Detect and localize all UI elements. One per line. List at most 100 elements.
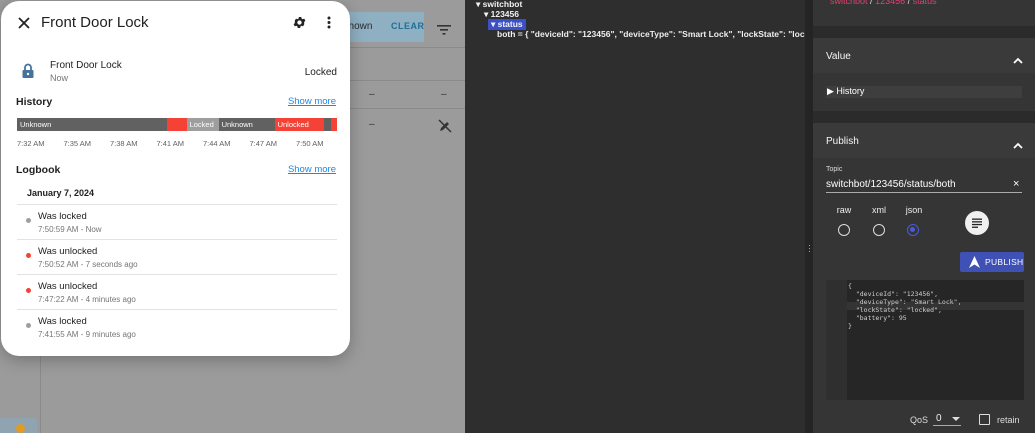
more-vert-icon[interactable] bbox=[323, 15, 335, 35]
status-dot bbox=[26, 288, 31, 293]
publish-heading: Publish bbox=[826, 136, 859, 147]
breadcrumb-item[interactable]: status bbox=[913, 0, 937, 6]
payload-line: "battery": 95 bbox=[848, 314, 907, 322]
timeline-segment[interactable]: Unlocked bbox=[274, 118, 325, 131]
format-label-raw: raw bbox=[836, 205, 852, 215]
publish-button-label: PUBLISH bbox=[985, 257, 1024, 267]
timeline-segment[interactable]: Unknown bbox=[218, 118, 275, 131]
payload-line: { bbox=[848, 282, 852, 290]
logbook-date: January 7, 2024 bbox=[27, 188, 95, 198]
clear-topic-icon[interactable]: × bbox=[1013, 178, 1019, 190]
logbook-entry-title: Was locked bbox=[38, 316, 87, 327]
retain-checkbox[interactable] bbox=[979, 414, 990, 425]
chevron-up-icon bbox=[1013, 136, 1023, 154]
history-show-more-link[interactable]: Show more bbox=[288, 96, 336, 107]
timeline-segment[interactable]: Locked bbox=[186, 118, 219, 131]
status-dot bbox=[26, 218, 31, 223]
timeline-segment[interactable] bbox=[330, 118, 337, 131]
breadcrumb-item[interactable]: switchbot bbox=[830, 0, 868, 6]
publish-button[interactable]: PUBLISH bbox=[960, 252, 1024, 272]
timeline-segment[interactable]: Unknown bbox=[17, 118, 168, 131]
close-icon[interactable] bbox=[15, 14, 33, 32]
entity-row: Front Door Lock Now Locked bbox=[17, 57, 337, 87]
logbook-entry[interactable]: Was unlocked 7:50:52 AM - 7 seconds ago bbox=[17, 239, 337, 274]
payload-line: "deviceType": "Smart Lock", bbox=[848, 298, 962, 306]
payload-line: "deviceId": "123456", bbox=[848, 290, 939, 298]
timeline-tick-label: 7:32 AM bbox=[17, 139, 45, 148]
timeline-tick-label: 7:50 AM bbox=[296, 139, 324, 148]
pane-splitter[interactable] bbox=[805, 0, 813, 433]
gear-icon[interactable] bbox=[292, 15, 307, 35]
logbook-entry[interactable]: Was locked 7:50:59 AM - Now bbox=[17, 204, 337, 239]
qos-value: 0 bbox=[936, 413, 942, 424]
panel-gap bbox=[813, 111, 1035, 123]
qos-label: QoS bbox=[910, 415, 929, 425]
format-json-button[interactable] bbox=[965, 211, 989, 235]
timeline-axis: 7:32 AM 7:35 AM 7:38 AM 7:41 AM 7:44 AM 7:47 … bbox=[17, 139, 337, 151]
history-heading: History bbox=[16, 96, 53, 108]
dialog-title: Front Door Lock bbox=[41, 14, 149, 31]
chevron-up-icon bbox=[1013, 51, 1023, 69]
details-panel: switchbot / 123456 / status Value ▶ Hist… bbox=[813, 0, 1035, 433]
cell-dash: – bbox=[369, 119, 375, 130]
breadcrumb: switchbot / 123456 / status bbox=[830, 0, 937, 6]
payload-line: } bbox=[848, 322, 852, 330]
filter-icon[interactable] bbox=[437, 22, 451, 40]
logbook-entry-title: Was locked bbox=[38, 211, 87, 222]
logbook-entry[interactable]: Was unlocked 7:47:22 AM - 4 minutes ago bbox=[17, 274, 337, 309]
timeline-tick-label: 7:44 AM bbox=[203, 139, 231, 148]
send-icon bbox=[969, 256, 980, 270]
align-left-icon bbox=[972, 218, 982, 228]
payload-line: "lockState": "locked", bbox=[848, 306, 942, 314]
timeline-tick-label: 7:35 AM bbox=[63, 139, 92, 148]
topic-tree: ▾ switchbot ▾ 123456 ▾ status both = { "… bbox=[465, 0, 805, 433]
logbook-show-more-link[interactable]: Show more bbox=[288, 164, 336, 175]
topic-label: Topic bbox=[826, 166, 843, 173]
cell-dash: – bbox=[441, 89, 447, 100]
tree-node-key: both bbox=[497, 29, 516, 39]
lock-icon bbox=[21, 63, 35, 84]
timeline-segment[interactable] bbox=[167, 118, 187, 131]
value-heading: Value bbox=[826, 51, 851, 62]
editor-gutter bbox=[826, 280, 847, 400]
format-radio-xml[interactable] bbox=[873, 224, 885, 236]
entity-last-changed: Now bbox=[50, 73, 69, 83]
breadcrumb-item[interactable]: 123456 bbox=[875, 0, 905, 6]
retain-label: retain bbox=[997, 415, 1020, 425]
more-info-dialog: Front Door Lock Front Door Lock Now Lock… bbox=[1, 1, 350, 356]
logbook-entry-title: Was unlocked bbox=[38, 246, 98, 257]
format-radio-json[interactable] bbox=[907, 224, 919, 236]
logbook-entry[interactable]: Was locked 7:41:55 AM - 9 minutes ago bbox=[17, 309, 337, 344]
publish-panel-header[interactable]: Publish bbox=[813, 123, 1035, 158]
topic-input[interactable]: switchbot/123456/status/both bbox=[826, 176, 1022, 193]
logbook-heading: Logbook bbox=[16, 164, 61, 176]
logbook-entry-time: 7:50:52 AM - 7 seconds ago bbox=[38, 260, 138, 269]
notification-badge bbox=[16, 424, 25, 433]
timeline-tick-label: 7:41 AM bbox=[156, 139, 185, 148]
drag-handle-icon[interactable]: · · · bbox=[808, 241, 811, 256]
logbook-entry-time: 7:50:59 AM - Now bbox=[38, 225, 102, 234]
value-panel-header[interactable]: Value bbox=[813, 38, 1035, 73]
history-timeline[interactable]: Unknown Locked Unknown Unlocked bbox=[17, 118, 337, 131]
clear-filter-button[interactable]: CLEAR bbox=[391, 21, 425, 31]
entity-state: Locked bbox=[304, 67, 337, 78]
cell-dash: – bbox=[369, 89, 375, 100]
entity-name: Front Door Lock bbox=[50, 60, 122, 71]
chevron-down-icon bbox=[952, 417, 960, 421]
status-dot bbox=[26, 253, 31, 258]
payload-editor[interactable]: { "deviceId": "123456", "deviceType": "S… bbox=[826, 280, 1024, 400]
timeline-tick-label: 7:38 AM bbox=[110, 139, 138, 148]
format-radio-raw[interactable] bbox=[838, 224, 850, 236]
panel-gap bbox=[813, 26, 1035, 38]
logbook-entry-title: Was unlocked bbox=[38, 281, 98, 292]
timeline-tick-label: 7:47 AM bbox=[249, 139, 278, 148]
tree-node-both[interactable]: both = { "deviceId": "123456", "deviceTy… bbox=[497, 29, 805, 39]
history-toggle[interactable]: ▶ History bbox=[826, 86, 1022, 98]
format-label-xml: xml bbox=[872, 205, 886, 215]
logbook-entry-time: 7:41:55 AM - 9 minutes ago bbox=[38, 330, 136, 339]
status-dot bbox=[26, 323, 31, 328]
qos-select[interactable]: 0 bbox=[933, 410, 961, 426]
tree-node-value: = { "deviceId": "123456", "deviceType": … bbox=[517, 29, 805, 39]
pencil-off-icon[interactable] bbox=[438, 119, 452, 138]
logbook-entry-time: 7:47:22 AM - 4 minutes ago bbox=[38, 295, 136, 304]
